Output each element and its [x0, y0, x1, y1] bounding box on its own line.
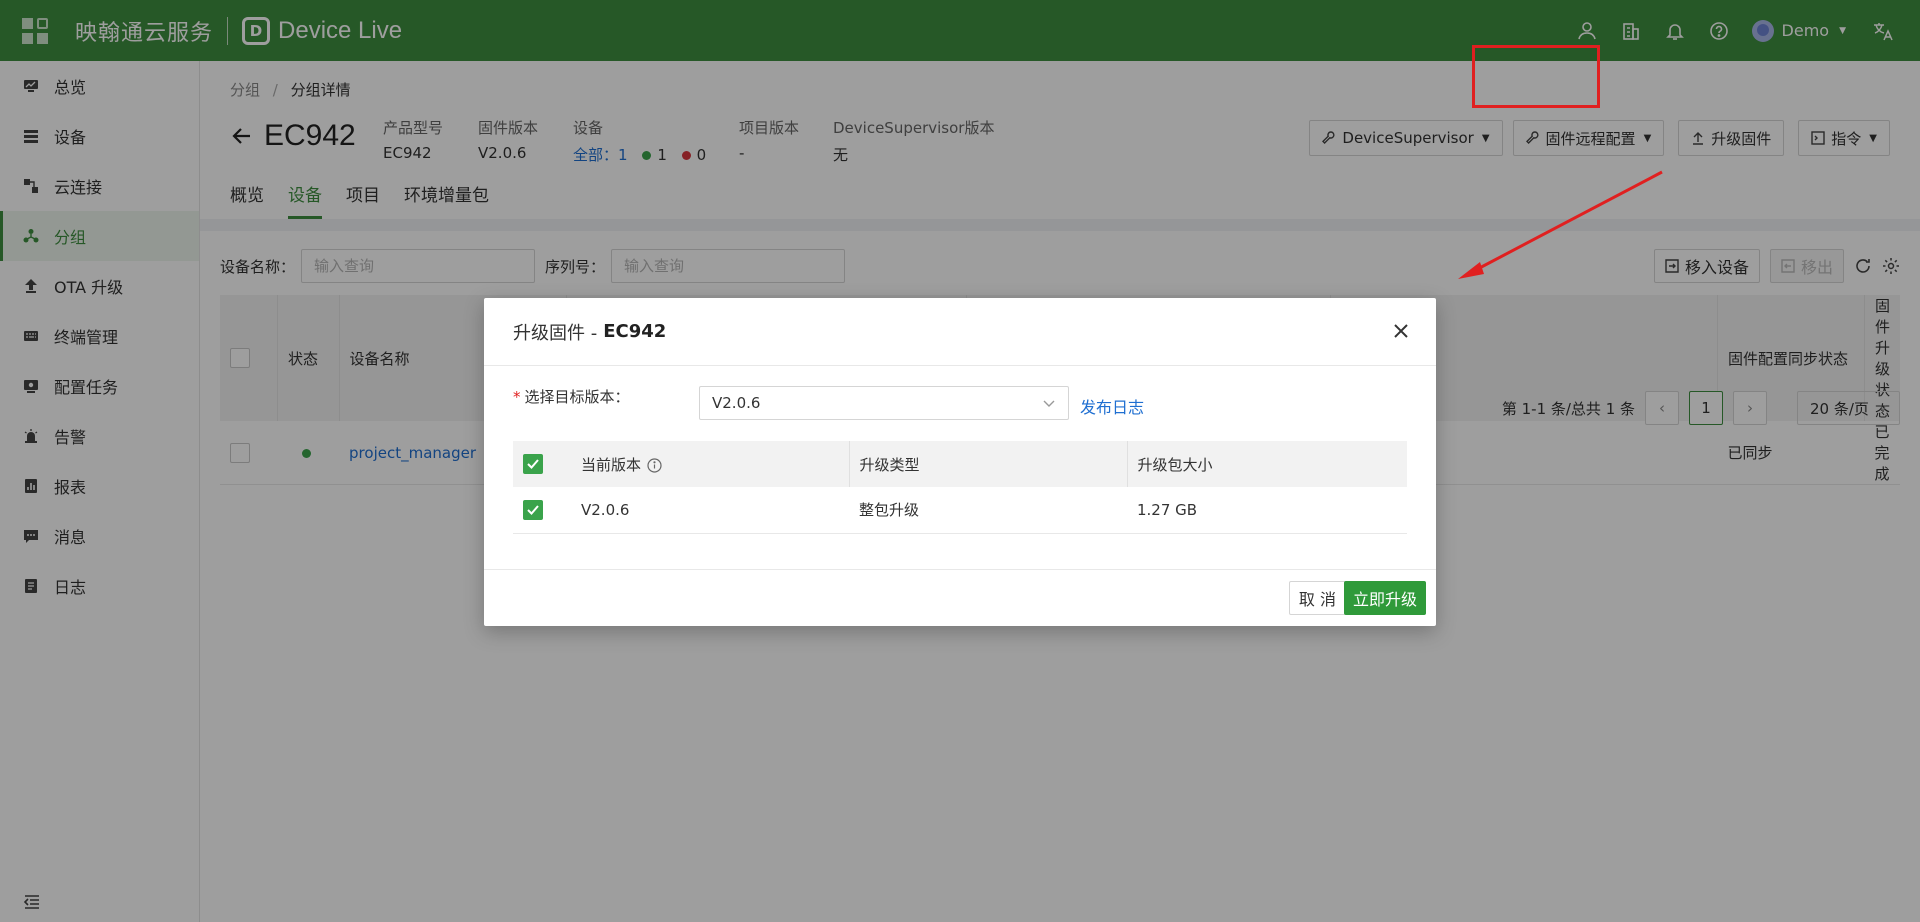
version-table: 当前版本 升级类型 升级包大小 V2.0.6 整包升级 1.27 GB	[513, 441, 1407, 534]
chevron-down-icon	[1043, 400, 1055, 407]
target-version-select[interactable]: V2.0.6	[699, 386, 1069, 420]
release-log-link[interactable]: 发布日志	[1080, 394, 1144, 418]
col-package-size: 升级包大小	[1126, 441, 1407, 487]
highlight-box-annotation	[1472, 45, 1600, 108]
col-current-version: 当前版本	[571, 441, 849, 487]
dialog-footer: 取 消 立即升级	[484, 569, 1436, 626]
dialog-title-prefix: 升级固件 -	[513, 322, 598, 344]
table-row[interactable]: V2.0.6 整包升级 1.27 GB	[513, 487, 1407, 534]
version-cell: V2.0.6	[571, 487, 849, 534]
package-size-cell: 1.27 GB	[1127, 487, 1407, 534]
close-icon[interactable]	[1390, 320, 1412, 342]
dialog-title-device: EC942	[603, 321, 667, 342]
select-all-checkbox[interactable]	[523, 454, 543, 474]
row-checkbox[interactable]	[523, 499, 543, 520]
upgrade-firmware-dialog: 升级固件 - EC942 * 选择目标版本： V2.0.6 发布日志 当前版本 …	[484, 298, 1436, 626]
info-icon[interactable]	[647, 457, 662, 473]
dialog-title: 升级固件 - EC942	[484, 298, 1436, 366]
required-asterisk: *	[513, 387, 521, 406]
upgrade-type-cell: 整包升级	[849, 487, 1127, 534]
col-upgrade-type: 升级类型	[848, 441, 1127, 487]
target-version-label: 选择目标版本：	[524, 388, 630, 406]
target-version-value: V2.0.6	[712, 394, 761, 412]
cancel-button[interactable]: 取 消	[1288, 581, 1346, 615]
upgrade-now-button[interactable]: 立即升级	[1343, 581, 1426, 615]
header-label: 当前版本	[581, 455, 642, 474]
